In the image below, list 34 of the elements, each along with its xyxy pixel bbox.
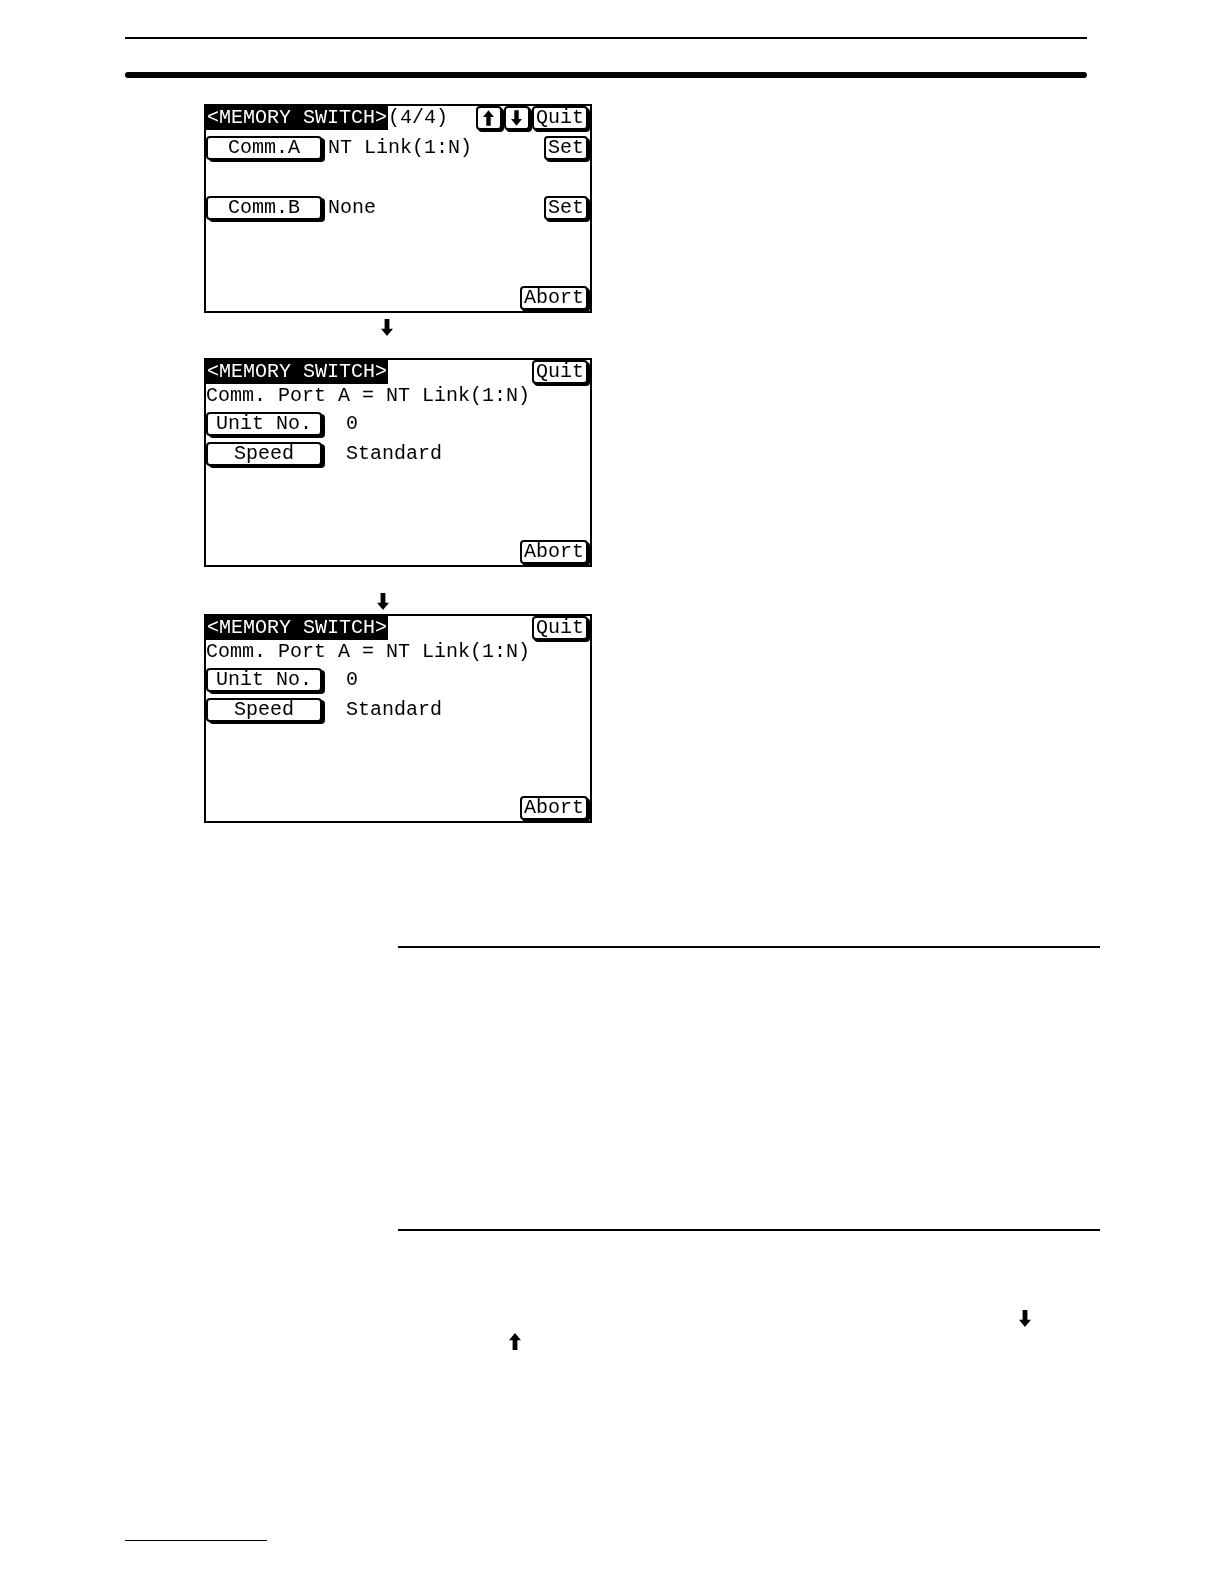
scroll-up-button[interactable]: [476, 106, 502, 130]
abort-button[interactable]: Abort: [520, 286, 588, 310]
setting-button[interactable]: Unit No.: [206, 668, 322, 692]
abort-button[interactable]: Abort: [520, 540, 588, 564]
port-setting-text: Comm. Port A = NT Link(1:N): [206, 384, 532, 408]
screen-title: <MEMORY SWITCH>: [206, 360, 389, 384]
setting-value: None: [328, 196, 376, 220]
screen-title: <MEMORY SWITCH>: [206, 106, 389, 130]
set-button[interactable]: Set: [544, 196, 588, 220]
abort-button[interactable]: Abort: [520, 796, 588, 820]
down-arrow-icon: [1019, 1310, 1031, 1327]
up-arrow-icon: [483, 110, 495, 126]
setting-button[interactable]: Comm.B: [206, 196, 322, 220]
scroll-down-button[interactable]: [504, 106, 530, 130]
setting-value: NT Link(1:N): [328, 136, 473, 160]
setting-value: Standard: [346, 442, 442, 466]
down-arrow-icon: [511, 110, 523, 126]
setting-button[interactable]: Comm.A: [206, 136, 322, 160]
setting-value: 0: [346, 412, 358, 436]
setting-button[interactable]: Unit No.: [206, 412, 322, 436]
down-arrow-icon: [377, 593, 389, 610]
page-indicator: (4/4): [388, 106, 449, 130]
quit-button[interactable]: Quit: [532, 616, 588, 640]
setting-value: 0: [346, 668, 358, 692]
setting-value: Standard: [346, 698, 442, 722]
screen-title: <MEMORY SWITCH>: [206, 616, 389, 640]
quit-button[interactable]: Quit: [532, 360, 588, 384]
down-arrow-icon: [381, 319, 393, 336]
set-button[interactable]: Set: [544, 136, 588, 160]
port-setting-text: Comm. Port A = NT Link(1:N): [206, 640, 532, 664]
setting-button[interactable]: Speed: [206, 442, 322, 466]
up-arrow-icon: [509, 1333, 521, 1350]
setting-button[interactable]: Speed: [206, 698, 322, 722]
quit-button[interactable]: Quit: [532, 106, 588, 130]
